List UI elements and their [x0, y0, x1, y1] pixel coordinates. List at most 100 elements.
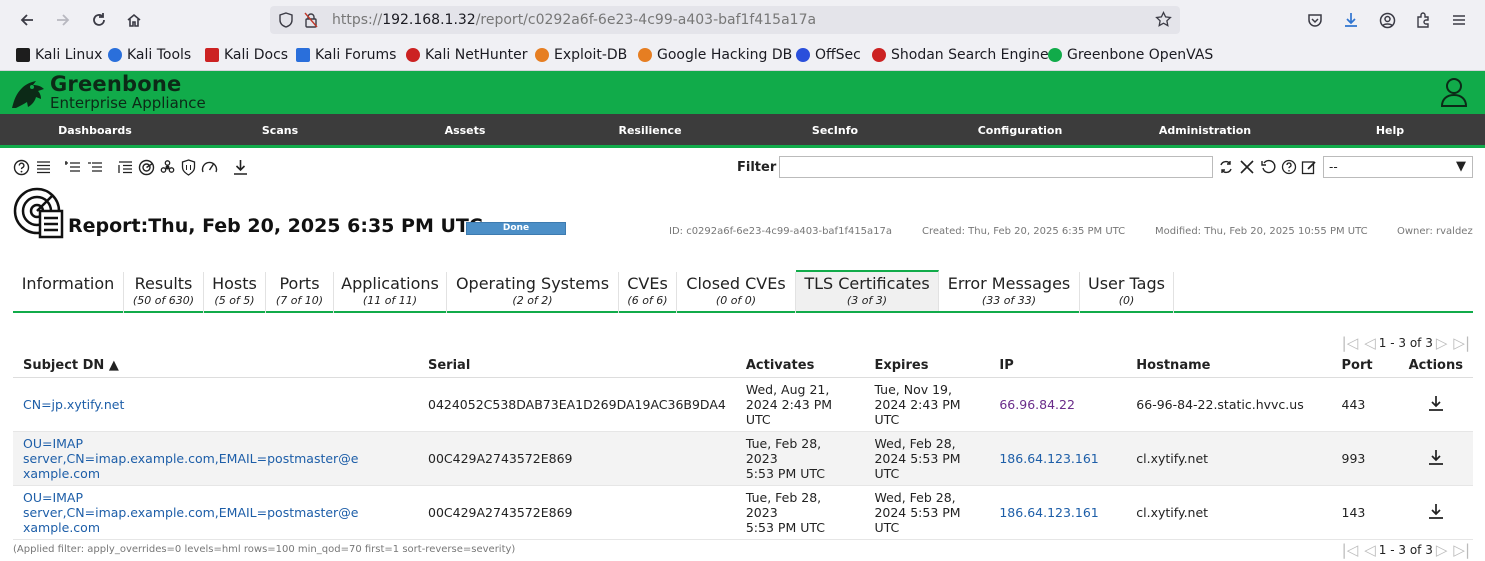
saved-filter-select[interactable]: -- ▼	[1323, 156, 1473, 178]
column-header-subject-dn[interactable]: Subject DN ▲	[13, 355, 418, 378]
previous-page-icon[interactable]: ◁	[1364, 541, 1376, 559]
bookmark-google-hacking-db[interactable]: Google Hacking DB	[638, 47, 792, 63]
remove-from-assets-icon[interactable]	[85, 157, 105, 177]
download-certificate-icon[interactable]	[1427, 448, 1445, 466]
tls-shield-icon[interactable]	[178, 157, 198, 177]
subject-dn-cell[interactable]: OU=IMAP server,CN=imap.example.com,EMAIL…	[13, 431, 418, 486]
tab-hosts[interactable]: Hosts (5 of 5)	[204, 272, 266, 313]
bookmark-shodan[interactable]: Shodan Search Engine	[872, 47, 1049, 63]
column-header-hostname[interactable]: Hostname	[1126, 355, 1332, 378]
tab-ports[interactable]: Ports (7 of 10)	[266, 272, 334, 313]
tab-results[interactable]: Results (50 of 630)	[124, 272, 204, 313]
tab-closed-cves[interactable]: Closed CVEs (0 of 0)	[677, 272, 796, 313]
tab-applications[interactable]: Applications (11 of 11)	[334, 272, 447, 313]
reload-icon[interactable]	[85, 6, 113, 34]
tab-tls-certificates[interactable]: TLS Certificates (3 of 3)	[796, 270, 939, 311]
address-bar[interactable]: https://192.168.1.32/report/c0292a6f-6e2…	[270, 6, 1180, 34]
greenbone-icon	[1048, 48, 1062, 62]
tab-cves[interactable]: CVEs (6 of 6)	[619, 272, 677, 313]
greenbone-logo-icon[interactable]	[8, 74, 48, 115]
edit-filter-icon[interactable]	[1299, 157, 1319, 177]
tab-count: (0 of 0)	[715, 294, 757, 307]
subject-dn-cell[interactable]: CN=jp.xytify.net	[13, 377, 418, 432]
tab-count: (50 of 630)	[132, 294, 195, 307]
ip-link[interactable]: 186.64.123.161	[999, 451, 1098, 466]
bookmark-exploit-db[interactable]: Exploit-DB	[535, 47, 627, 63]
ip-link[interactable]: 186.64.123.161	[999, 505, 1098, 520]
subject-dn-cell[interactable]: OU=IMAP server,CN=imap.example.com,EMAIL…	[13, 485, 418, 540]
activates-cell: Tue, Feb 28, 2023 5:53 PM UTC	[735, 485, 865, 540]
filter-label: Filter	[737, 160, 777, 175]
subject-dn-link-continued[interactable]: xample.com	[23, 520, 408, 535]
offsec-icon	[796, 48, 810, 62]
user-icon[interactable]	[1439, 76, 1469, 108]
status-badge: Done	[466, 222, 566, 235]
column-header-expires[interactable]: Expires	[864, 355, 990, 378]
subject-dn-link[interactable]: OU=IMAP server,CN=imap.example.com,EMAIL…	[23, 490, 408, 520]
add-to-assets-icon[interactable]	[63, 157, 83, 177]
tab-error-messages[interactable]: Error Messages (33 of 33)	[939, 272, 1080, 313]
vulnerabilities-icon[interactable]	[157, 157, 177, 177]
menu-help[interactable]: Help	[1330, 124, 1450, 137]
task-list-icon[interactable]	[115, 157, 135, 177]
next-page-icon[interactable]: ▷	[1436, 541, 1448, 559]
tab-operating-systems[interactable]: Operating Systems (2 of 2)	[447, 272, 619, 313]
back-arrow-icon[interactable]	[13, 6, 41, 34]
star-icon[interactable]	[1155, 10, 1172, 31]
column-header-port[interactable]: Port	[1331, 355, 1399, 378]
tab-count: (7 of 10)	[275, 294, 324, 307]
account-icon[interactable]	[1373, 6, 1401, 34]
bookmark-greenbone-openvas[interactable]: Greenbone OpenVAS	[1048, 47, 1213, 63]
first-page-icon[interactable]: |◁	[1342, 334, 1359, 352]
pocket-icon[interactable]	[1301, 6, 1329, 34]
column-header-ip[interactable]: IP	[989, 355, 1127, 378]
hamburger-menu-icon[interactable]	[1445, 6, 1473, 34]
ip-link[interactable]: 66.96.84.22	[999, 397, 1075, 412]
filter-help-icon[interactable]	[1279, 157, 1299, 177]
subject-dn-link[interactable]: CN=jp.xytify.net	[23, 397, 124, 412]
subject-dn-link-continued[interactable]: xample.com	[23, 466, 408, 481]
applied-filter-text: (Applied filter: apply_overrides=0 level…	[13, 544, 516, 555]
previous-page-icon[interactable]: ◁	[1364, 334, 1376, 352]
last-page-icon[interactable]: ▷|	[1453, 541, 1470, 559]
refresh-filter-icon[interactable]	[1216, 157, 1236, 177]
filter-input[interactable]	[779, 156, 1213, 178]
tab-information[interactable]: Information	[13, 272, 124, 313]
forward-arrow-icon[interactable]	[49, 6, 77, 34]
menu-configuration[interactable]: Configuration	[960, 124, 1080, 137]
column-header-activates[interactable]: Activates	[735, 355, 865, 378]
first-page-icon[interactable]: |◁	[1342, 541, 1359, 559]
bookmark-kali-docs[interactable]: Kali Docs	[205, 47, 288, 63]
results-icon[interactable]	[136, 157, 156, 177]
menu-scans[interactable]: Scans	[220, 124, 340, 137]
tab-user-tags[interactable]: User Tags (0)	[1080, 272, 1174, 313]
download-report-icon[interactable]	[230, 157, 250, 177]
expires-line: UTC	[874, 411, 900, 427]
lock-icon[interactable]	[304, 12, 318, 31]
performance-gauge-icon[interactable]	[199, 157, 219, 177]
bookmark-kali-tools[interactable]: Kali Tools	[108, 47, 191, 63]
bookmark-kali-linux[interactable]: Kali Linux	[16, 47, 102, 63]
download-certificate-icon[interactable]	[1427, 394, 1445, 412]
menu-assets[interactable]: Assets	[405, 124, 525, 137]
reset-filter-icon[interactable]	[1258, 157, 1278, 177]
list-icon[interactable]	[33, 157, 53, 177]
extensions-icon[interactable]	[1409, 6, 1437, 34]
help-icon[interactable]	[11, 157, 31, 177]
home-icon[interactable]	[120, 6, 148, 34]
menu-administration[interactable]: Administration	[1145, 124, 1265, 137]
download-arrow-icon[interactable]	[1337, 6, 1365, 34]
bookmark-offsec[interactable]: OffSec	[796, 47, 861, 63]
shield-icon[interactable]	[278, 12, 294, 31]
menu-dashboards[interactable]: Dashboards	[35, 124, 155, 137]
subject-dn-link[interactable]: OU=IMAP server,CN=imap.example.com,EMAIL…	[23, 436, 408, 466]
bookmark-kali-nethunter[interactable]: Kali NetHunter	[406, 47, 527, 63]
next-page-icon[interactable]: ▷	[1436, 334, 1448, 352]
last-page-icon[interactable]: ▷|	[1453, 334, 1470, 352]
bookmark-kali-forums[interactable]: Kali Forums	[296, 47, 396, 63]
menu-secinfo[interactable]: SecInfo	[775, 124, 895, 137]
download-certificate-icon[interactable]	[1427, 502, 1445, 520]
remove-filter-icon[interactable]	[1237, 157, 1257, 177]
column-header-serial[interactable]: Serial	[418, 355, 736, 378]
menu-resilience[interactable]: Resilience	[590, 124, 710, 137]
